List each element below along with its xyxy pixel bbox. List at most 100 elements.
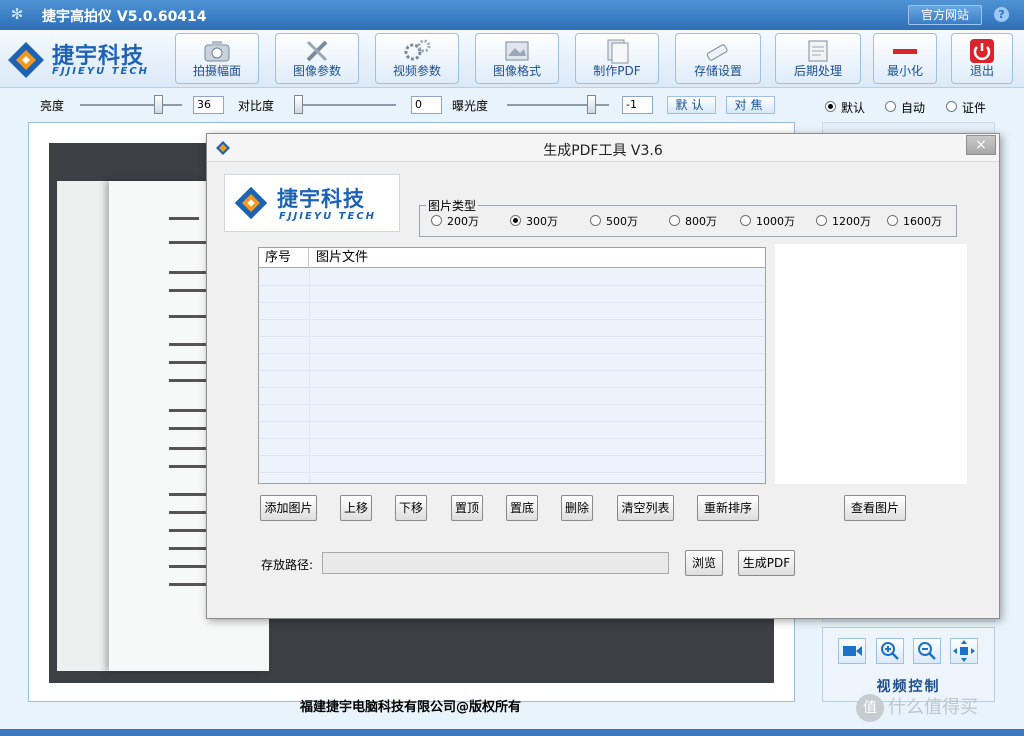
- mode-default-radio[interactable]: [825, 101, 836, 112]
- dialog-brand-logo: 捷宇科技 FJJIEYU TECH: [224, 174, 400, 232]
- mode-default-label: 默认: [841, 101, 866, 115]
- type-200-label: 200万: [447, 215, 479, 228]
- image-preview-box: [775, 244, 967, 484]
- generate-pdf-button[interactable]: 生成PDF: [738, 550, 795, 576]
- brand-logo: 捷宇科技 FJJIEYU TECH: [6, 36, 170, 82]
- type-1600-label: 1600万: [903, 215, 942, 228]
- re-sort-button[interactable]: 重新排序: [697, 495, 759, 521]
- type-200-radio[interactable]: [431, 215, 442, 226]
- contrast-slider-thumb[interactable]: [294, 95, 303, 114]
- exposure-slider-thumb[interactable]: [587, 95, 596, 114]
- app-gear-icon[interactable]: ✻: [8, 5, 26, 23]
- minimize-button[interactable]: 最小化: [873, 33, 937, 84]
- mode-auto-radio[interactable]: [885, 101, 896, 112]
- site-watermark: 值什么值得买: [856, 693, 978, 722]
- brightness-slider[interactable]: [80, 95, 182, 114]
- copyright-text: 福建捷宇电脑科技有限公司@版权所有: [300, 700, 522, 715]
- fit-screen-button[interactable]: [950, 638, 978, 664]
- dialog-logo-name-cn: 捷宇科技: [277, 187, 365, 211]
- brightness-value[interactable]: 36: [193, 96, 224, 114]
- mode-auto-label: 自动: [901, 101, 926, 115]
- image-type-label: 图片类型: [426, 197, 479, 214]
- zoom-in-button[interactable]: [876, 638, 904, 664]
- dialog-close-button[interactable]: ×: [966, 135, 996, 155]
- contrast-slider[interactable]: [294, 95, 396, 114]
- list-row-line: [259, 336, 765, 337]
- list-row-line: [259, 353, 765, 354]
- type-1200-radio[interactable]: [816, 215, 827, 226]
- image-format-icon: [505, 41, 529, 61]
- list-row-line: [259, 421, 765, 422]
- move-up-button[interactable]: 上移: [340, 495, 372, 521]
- video-params-button[interactable]: 视频参数: [375, 33, 459, 84]
- brightness-slider-thumb[interactable]: [154, 95, 163, 114]
- mode-id-radio[interactable]: [946, 101, 957, 112]
- exposure-label: 曝光度: [452, 99, 489, 113]
- add-image-button[interactable]: 添加图片: [260, 495, 317, 521]
- brightness-label: 亮度: [40, 99, 65, 113]
- save-path-label: 存放路径:: [261, 558, 314, 572]
- default-button[interactable]: 默认: [667, 96, 716, 114]
- view-image-button[interactable]: 查看图片: [844, 495, 906, 521]
- window-title: 捷宇高拍仪 V5.0.60414: [42, 9, 207, 25]
- delete-button[interactable]: 删除: [561, 495, 593, 521]
- post-processing-button[interactable]: 后期处理: [775, 33, 861, 84]
- video-control-panel: 视频控制: [822, 627, 995, 702]
- contrast-value[interactable]: 0: [411, 96, 442, 114]
- exit-button[interactable]: 退出: [951, 33, 1013, 84]
- minimize-icon: [893, 49, 917, 54]
- watermark-logo-icon: 值: [856, 694, 884, 722]
- type-1200-label: 1200万: [832, 215, 871, 228]
- clear-list-button[interactable]: 清空列表: [617, 495, 674, 521]
- storage-settings-label: 存储设置: [693, 64, 742, 78]
- exposure-slider[interactable]: [507, 95, 609, 114]
- image-format-button[interactable]: 图像格式: [475, 33, 559, 84]
- capture-size-label: 拍摄幅面: [192, 64, 241, 78]
- image-file-list[interactable]: 序号 图片文件: [258, 247, 766, 484]
- list-row-line: [259, 370, 765, 371]
- type-1000-label: 1000万: [756, 215, 795, 228]
- dialog-logo-name-en: FJJIEYU TECH: [279, 211, 377, 222]
- watermark-text: 什么值得买: [888, 697, 978, 718]
- video-camera-button[interactable]: [838, 638, 866, 664]
- type-1000-radio[interactable]: [740, 215, 751, 226]
- zoom-out-button[interactable]: [913, 638, 941, 664]
- list-row-line: [259, 302, 765, 303]
- zoom-out-icon: [918, 642, 936, 660]
- dialog-title: 生成PDF工具 V3.6: [543, 143, 663, 159]
- capture-size-button[interactable]: 拍摄幅面: [175, 33, 259, 84]
- usb-drive-icon: [706, 44, 728, 61]
- official-website-button[interactable]: 官方网站: [908, 5, 982, 25]
- storage-settings-button[interactable]: 存储设置: [675, 33, 761, 84]
- type-500-radio[interactable]: [590, 215, 601, 226]
- dialog-title-bar[interactable]: 生成PDF工具 V3.6: [207, 134, 999, 162]
- move-top-button[interactable]: 置顶: [451, 495, 483, 521]
- make-pdf-button[interactable]: 制作PDF: [575, 33, 659, 84]
- list-row-line: [259, 455, 765, 456]
- mode-id-label: 证件: [962, 101, 987, 115]
- type-1600-radio[interactable]: [887, 215, 898, 226]
- focus-button[interactable]: 对焦: [726, 96, 775, 114]
- save-path-input[interactable]: [322, 552, 669, 574]
- power-icon: [970, 39, 994, 63]
- column-header-file[interactable]: 图片文件: [310, 248, 368, 268]
- adjustment-bar: 亮度 36 对比度 0 曝光度 -1 默认 对焦 默认 自动 证件: [0, 89, 1024, 121]
- list-row-line: [259, 404, 765, 405]
- help-icon[interactable]: ?: [994, 7, 1009, 22]
- column-header-index[interactable]: 序号: [259, 248, 309, 268]
- browse-button[interactable]: 浏览: [685, 550, 723, 576]
- type-800-label: 800万: [685, 215, 717, 228]
- move-down-button[interactable]: 下移: [395, 495, 427, 521]
- exposure-value[interactable]: -1: [622, 96, 653, 114]
- logo-mark-icon: [8, 42, 44, 78]
- image-params-button[interactable]: 图像参数: [275, 33, 359, 84]
- move-bottom-button[interactable]: 置底: [506, 495, 538, 521]
- list-row-line: [259, 387, 765, 388]
- list-row-line: [259, 319, 765, 320]
- post-processing-label: 后期处理: [793, 64, 842, 78]
- notepad-icon: [808, 40, 828, 62]
- type-300-label: 300万: [526, 215, 558, 228]
- pdf-tool-dialog: 生成PDF工具 V3.6 × 捷宇科技 FJJIEYU TECH 图片类型 20…: [206, 133, 1000, 619]
- type-300-radio[interactable]: [510, 215, 521, 226]
- type-800-radio[interactable]: [669, 215, 680, 226]
